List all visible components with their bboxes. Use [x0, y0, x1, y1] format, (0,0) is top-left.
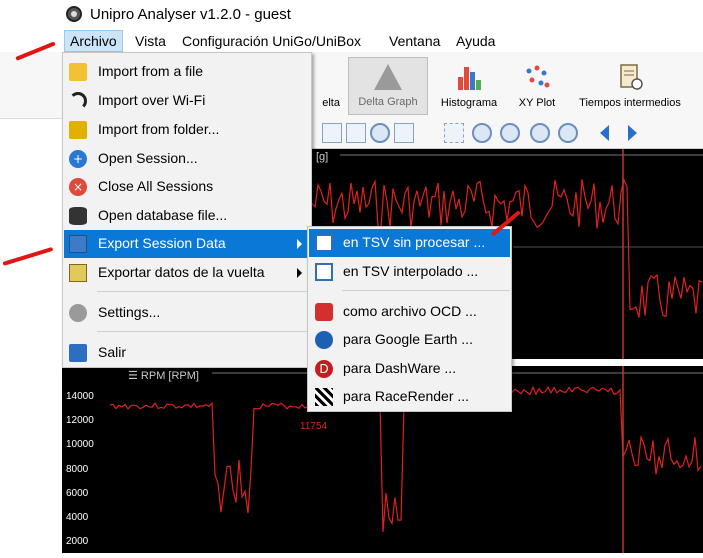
zoom-out-icon[interactable]: [500, 123, 520, 143]
gear-icon: [69, 304, 87, 322]
document-icon[interactable]: [394, 123, 414, 143]
layout-icon[interactable]: [322, 123, 342, 143]
menu-item-label: Open database file...: [98, 207, 228, 223]
menu-item-import-file[interactable]: Import from a file: [64, 58, 310, 86]
menu-item-label: Import over Wi-Fi: [98, 92, 206, 108]
exit-icon: [69, 344, 87, 362]
submenu-item-label: para DashWare ...: [343, 360, 457, 376]
menu-item-label: Import from a file: [98, 63, 204, 79]
menu-item-label: Import from folder...: [98, 121, 220, 137]
submenu-item-label: como archivo OCD ...: [343, 303, 477, 319]
delta-graph-button[interactable]: Delta Graph: [348, 57, 428, 115]
submenu-item-label: en TSV sin procesar ...: [343, 234, 486, 250]
diamond-icon[interactable]: [346, 123, 366, 143]
menu-item-import-wifi[interactable]: Import over Wi-Fi: [64, 87, 310, 115]
rpm-marker-label: 11754: [300, 421, 328, 432]
rpm-tick-label: 12000: [66, 415, 94, 427]
menu-item-label: Settings...: [98, 304, 161, 320]
database-icon: [69, 207, 87, 225]
app-icon: [66, 6, 82, 22]
menu-archivo[interactable]: Archivo: [64, 30, 123, 52]
close-sessions-icon: ×: [69, 178, 87, 196]
zoom-in-icon[interactable]: [472, 123, 492, 143]
clock-icon[interactable]: [370, 123, 390, 143]
wifi-icon: [69, 92, 87, 110]
tsv-interp-icon: [315, 263, 333, 281]
rpm-graph-label: ☰ RPM [RPM]: [128, 370, 199, 382]
menu-ayuda[interactable]: Ayuda: [451, 30, 500, 52]
submenu-item-dashware[interactable]: D para DashWare ...: [309, 355, 510, 383]
menu-item-open-session[interactable]: + Open Session...: [64, 145, 310, 173]
export-session-submenu: en TSV sin procesar ... en TSV interpola…: [307, 226, 512, 412]
folder-icon: [69, 121, 87, 139]
histograma-button[interactable]: Histograma: [434, 57, 504, 115]
menu-ventana[interactable]: Ventana: [384, 30, 445, 52]
menu-item-label: Close All Sessions: [98, 178, 214, 194]
xy-plot-label: XY Plot: [518, 97, 556, 109]
submenu-item-tsv-interp[interactable]: en TSV interpolado ...: [309, 258, 510, 286]
menu-item-close-sessions[interactable]: × Close All Sessions: [64, 173, 310, 201]
annotation-mark: [2, 246, 54, 266]
menu-separator: [97, 331, 307, 332]
export-icon: [69, 235, 87, 253]
export-lap-icon: [69, 264, 87, 282]
google-earth-icon: [315, 331, 333, 349]
rpm-tick-label: 6000: [66, 487, 89, 499]
submenu-item-tsv-raw[interactable]: en TSV sin procesar ...: [309, 229, 510, 257]
submenu-item-google-earth[interactable]: para Google Earth ...: [309, 326, 510, 354]
tiempos-button[interactable]: Tiempos intermedios: [570, 57, 690, 115]
histograma-label: Histograma: [440, 97, 498, 109]
submenu-item-racerender[interactable]: para RaceRender ...: [309, 383, 510, 411]
submenu-arrow-icon: [297, 239, 302, 249]
select-icon[interactable]: [444, 123, 464, 143]
title-bar: Unipro Analyser v1.2.0 - guest: [0, 0, 703, 30]
previous-icon[interactable]: [600, 125, 609, 141]
zoom-fit-icon[interactable]: [558, 123, 578, 143]
import-file-icon: [69, 63, 87, 81]
top-graph-label: [g]: [316, 151, 329, 163]
rpm-tick-label: 4000: [66, 512, 89, 523]
rpm-tick-label: 8000: [66, 463, 89, 475]
menu-item-label: Export Session Data: [98, 235, 226, 251]
menu-item-salir[interactable]: Salir: [64, 339, 310, 367]
menu-vista[interactable]: Vista: [130, 30, 171, 52]
tiempos-label: Tiempos intermedios: [579, 97, 681, 109]
xy-plot-icon: [526, 65, 550, 88]
menu-item-open-database[interactable]: Open database file...: [64, 202, 310, 230]
split-times-icon: [620, 64, 643, 90]
menu-item-label: Open Session...: [98, 150, 198, 166]
xy-plot-button[interactable]: XY Plot: [510, 57, 564, 115]
delta-graph-label: Delta Graph: [358, 96, 418, 108]
histogram-icon: [458, 67, 481, 90]
open-session-icon: +: [69, 150, 87, 168]
racerender-icon: [315, 388, 333, 406]
window-title: Unipro Analyser v1.2.0 - guest: [90, 6, 291, 23]
rpm-tick-label: 2000: [66, 536, 89, 548]
rpm-tick-label: 14000: [66, 391, 94, 402]
dashware-icon: D: [315, 360, 333, 378]
tsv-raw-icon: [315, 234, 333, 252]
menu-separator: [97, 291, 307, 292]
ocd-icon: [315, 303, 333, 321]
graph-toolbar: [300, 118, 703, 149]
submenu-item-ocd[interactable]: como archivo OCD ...: [309, 298, 510, 326]
menu-item-label: Exportar datos de la vuelta: [98, 264, 265, 280]
delta-graph-icon: [374, 64, 402, 90]
submenu-item-label: para Google Earth ...: [343, 331, 473, 347]
submenu-arrow-icon: [297, 268, 302, 278]
menu-configuracion[interactable]: Configuración UniGo/UniBox: [177, 30, 366, 52]
submenu-separator: [342, 290, 510, 291]
menu-item-import-folder[interactable]: Import from folder...: [64, 116, 310, 144]
menu-bar: Archivo Vista Configuración UniGo/UniBox…: [0, 30, 703, 52]
menu-item-export-session[interactable]: Export Session Data: [64, 230, 310, 258]
menu-item-export-lap[interactable]: Exportar datos de la vuelta: [64, 259, 310, 287]
menu-item-label: Salir: [98, 344, 127, 360]
next-icon[interactable]: [628, 125, 637, 141]
submenu-item-label: para RaceRender ...: [343, 388, 470, 404]
zoom-reset-icon[interactable]: [530, 123, 550, 143]
archivo-menu: Import from a file Import over Wi-Fi Imp…: [62, 52, 312, 368]
rpm-tick-label: 10000: [66, 439, 94, 451]
submenu-item-label: en TSV interpolado ...: [343, 263, 479, 279]
menu-item-settings[interactable]: Settings...: [64, 299, 310, 327]
